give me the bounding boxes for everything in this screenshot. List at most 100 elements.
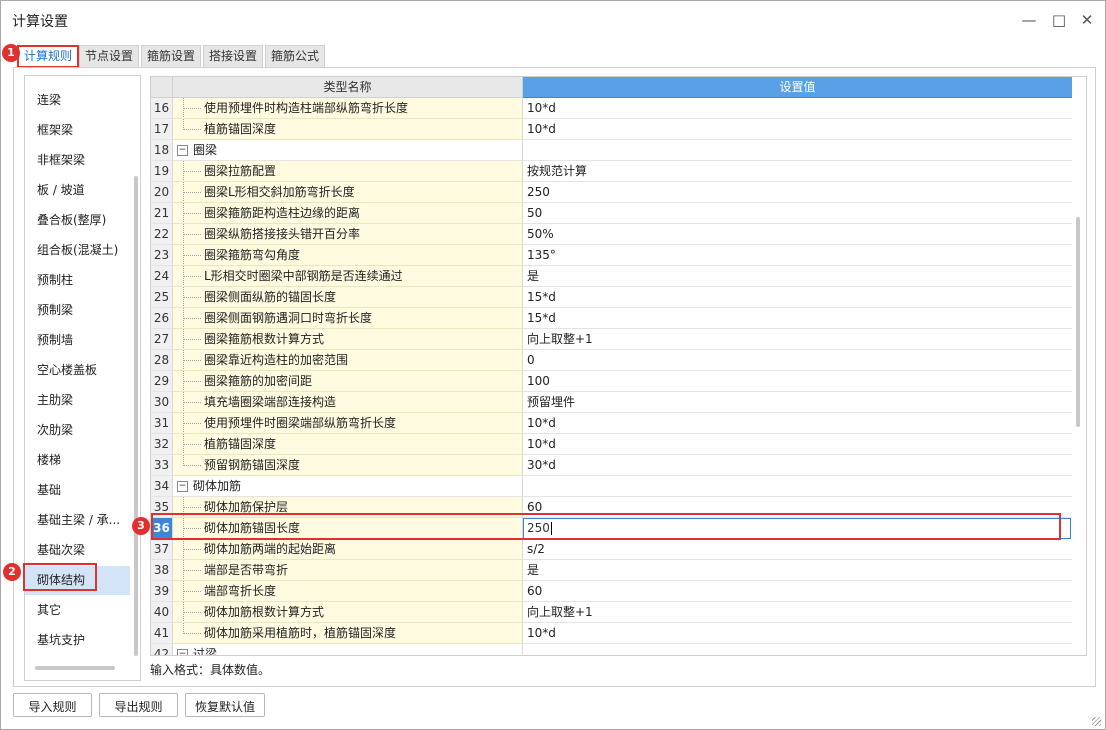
setting-value-cell[interactable]: 是 — [523, 266, 1072, 287]
setting-value-cell[interactable]: 250 — [523, 182, 1072, 203]
table-row[interactable]: 32 植筋锚固深度 10*d — [151, 434, 1086, 455]
setting-value-cell[interactable]: 预留埋件 — [523, 392, 1072, 413]
setting-value-cell[interactable]: 10*d — [523, 413, 1072, 434]
table-row[interactable]: 17 植筋锚固深度 10*d — [151, 119, 1086, 140]
collapse-icon[interactable]: − — [177, 145, 188, 156]
setting-value-cell[interactable]: s/2 — [523, 539, 1072, 560]
sidebar-item[interactable]: 连梁 — [25, 86, 130, 115]
table-row-category[interactable]: 18 − 圈梁 — [151, 140, 1086, 161]
table-row[interactable]: 31 使用预埋件时圈梁端部纵筋弯折长度 10*d — [151, 413, 1086, 434]
sidebar-item[interactable]: 预制墙 — [25, 326, 130, 355]
setting-value-cell[interactable]: 是 — [523, 560, 1072, 581]
type-name: 圈梁拉筋配置 — [204, 164, 277, 178]
sidebar-item[interactable]: 基坑支护 — [25, 626, 130, 655]
collapse-icon[interactable]: − — [177, 481, 188, 492]
setting-value-cell[interactable]: 10*d — [523, 434, 1072, 455]
grid-vertical-scrollbar[interactable] — [1076, 217, 1080, 427]
table-row[interactable]: 33 预留钢筋锚固深度 30*d — [151, 455, 1086, 476]
tab-node-settings[interactable]: 节点设置 — [79, 45, 140, 67]
setting-value-cell[interactable]: 按规范计算 — [523, 161, 1072, 182]
sidebar-item[interactable]: 其它 — [25, 596, 130, 625]
setting-value-cell[interactable]: 10*d — [523, 98, 1072, 119]
table-row[interactable]: 24 L形相交时圈梁中部钢筋是否连续通过 是 — [151, 266, 1086, 287]
table-row[interactable]: 38 端部是否带弯折 是 — [151, 560, 1086, 581]
category-cell: − 过梁 — [173, 644, 523, 655]
row-number: 18 — [151, 140, 173, 161]
restore-defaults-button[interactable]: 恢复默认值 — [185, 693, 265, 717]
setting-value-cell[interactable]: 10*d — [523, 119, 1072, 140]
row-number: 37 — [151, 539, 173, 560]
sidebar-item[interactable]: 预制柱 — [25, 266, 130, 295]
sidebar-item[interactable]: 基础 — [25, 476, 130, 505]
type-name: 使用预埋件时构造柱端部纵筋弯折长度 — [204, 101, 409, 115]
sidebar-item[interactable]: 框架梁 — [25, 116, 130, 145]
sidebar-item[interactable]: 基础次梁 — [25, 536, 130, 565]
sidebar-item[interactable]: 板 / 坡道 — [25, 176, 130, 205]
type-name-cell: 圈梁箍筋的加密间距 — [173, 371, 523, 392]
sidebar-vertical-scrollbar[interactable] — [134, 176, 138, 656]
setting-value-cell[interactable]: 15*d — [523, 308, 1072, 329]
category-cell: − 圈梁 — [173, 140, 523, 161]
table-row[interactable]: 20 圈梁L形相交斜加筋弯折长度 250 — [151, 182, 1086, 203]
table-row[interactable]: 37 砌体加筋两端的起始距离 s/2 — [151, 539, 1086, 560]
table-row[interactable]: 16 使用预埋件时构造柱端部纵筋弯折长度 10*d — [151, 98, 1086, 119]
sidebar-item[interactable]: 组合板(混凝土) — [25, 236, 130, 265]
column-header-setting-value[interactable]: 设置值 — [523, 77, 1072, 98]
column-header-type-name[interactable]: 类型名称 — [173, 77, 523, 98]
setting-value-cell[interactable]: 15*d — [523, 287, 1072, 308]
table-row[interactable]: 22 圈梁纵筋搭接接头错开百分率 50% — [151, 224, 1086, 245]
sidebar-horizontal-scrollbar[interactable] — [35, 666, 115, 670]
sidebar-item[interactable]: 基础主梁 / 承... — [25, 506, 130, 535]
export-rules-button[interactable]: 导出规则 — [99, 693, 178, 717]
maximize-icon[interactable]: □ — [1048, 9, 1070, 31]
setting-value-cell[interactable]: 30*d — [523, 455, 1072, 476]
setting-value-cell[interactable]: 向上取整+1 — [523, 602, 1072, 623]
tab-stirrup-formula[interactable]: 箍筋公式 — [265, 45, 326, 67]
row-number: 42 — [151, 644, 173, 655]
table-row[interactable]: 40 砌体加筋根数计算方式 向上取整+1 — [151, 602, 1086, 623]
tab-calc-rules[interactable]: 计算规则 — [17, 45, 80, 68]
table-row[interactable]: 28 圈梁靠近构造柱的加密范围 0 — [151, 350, 1086, 371]
table-row[interactable]: 30 填充墙圈梁端部连接构造 预留埋件 — [151, 392, 1086, 413]
setting-value-cell[interactable]: 50% — [523, 224, 1072, 245]
row-number: 39 — [151, 581, 173, 602]
sidebar-item[interactable]: 楼梯 — [25, 446, 130, 475]
table-row[interactable]: 23 圈梁箍筋弯勾角度 135° — [151, 245, 1086, 266]
row-number: 27 — [151, 329, 173, 350]
row-number: 29 — [151, 371, 173, 392]
setting-value-cell[interactable]: 10*d — [523, 623, 1072, 644]
tab-stirrup-settings[interactable]: 箍筋设置 — [141, 45, 202, 67]
table-row[interactable]: 27 圈梁箍筋根数计算方式 向上取整+1 — [151, 329, 1086, 350]
sidebar-item[interactable]: 次肋梁 — [25, 416, 130, 445]
resize-grip-icon[interactable] — [1092, 717, 1101, 726]
sidebar-item[interactable]: 叠合板(整厚) — [25, 206, 130, 235]
table-row[interactable]: 21 圈梁箍筋距构造柱边缘的距离 50 — [151, 203, 1086, 224]
grid-header: 类型名称 设置值 — [151, 77, 1086, 98]
setting-value-cell[interactable]: 135° — [523, 245, 1072, 266]
table-row[interactable]: 26 圈梁侧面钢筋遇洞口时弯折长度 15*d — [151, 308, 1086, 329]
type-name-cell: 圈梁L形相交斜加筋弯折长度 — [173, 182, 523, 203]
setting-value-cell[interactable]: 0 — [523, 350, 1072, 371]
minimize-icon[interactable]: — — [1018, 9, 1040, 31]
collapse-icon[interactable]: − — [177, 649, 188, 655]
type-name-cell: 端部是否带弯折 — [173, 560, 523, 581]
setting-value-cell[interactable]: 向上取整+1 — [523, 329, 1072, 350]
sidebar-item[interactable]: 主肋梁 — [25, 386, 130, 415]
setting-value-cell[interactable]: 100 — [523, 371, 1072, 392]
tab-lap-settings[interactable]: 搭接设置 — [203, 45, 264, 67]
table-row[interactable]: 25 圈梁侧面纵筋的锚固长度 15*d — [151, 287, 1086, 308]
table-row-category[interactable]: 34 − 砌体加筋 — [151, 476, 1086, 497]
close-icon[interactable]: ✕ — [1076, 9, 1098, 31]
sidebar-item[interactable]: 预制梁 — [25, 296, 130, 325]
table-row-category[interactable]: 42 − 过梁 — [151, 644, 1086, 655]
sidebar-item[interactable]: 空心楼盖板 — [25, 356, 130, 385]
type-name-cell: 使用预埋件时圈梁端部纵筋弯折长度 — [173, 413, 523, 434]
import-rules-button[interactable]: 导入规则 — [13, 693, 92, 717]
setting-value-cell[interactable]: 60 — [523, 581, 1072, 602]
table-row[interactable]: 39 端部弯折长度 60 — [151, 581, 1086, 602]
table-row[interactable]: 41 砌体加筋采用植筋时，植筋锚固深度 10*d — [151, 623, 1086, 644]
table-row[interactable]: 19 圈梁拉筋配置 按规范计算 — [151, 161, 1086, 182]
table-row[interactable]: 29 圈梁箍筋的加密间距 100 — [151, 371, 1086, 392]
setting-value-cell[interactable]: 50 — [523, 203, 1072, 224]
sidebar-item[interactable]: 非框架梁 — [25, 146, 130, 175]
